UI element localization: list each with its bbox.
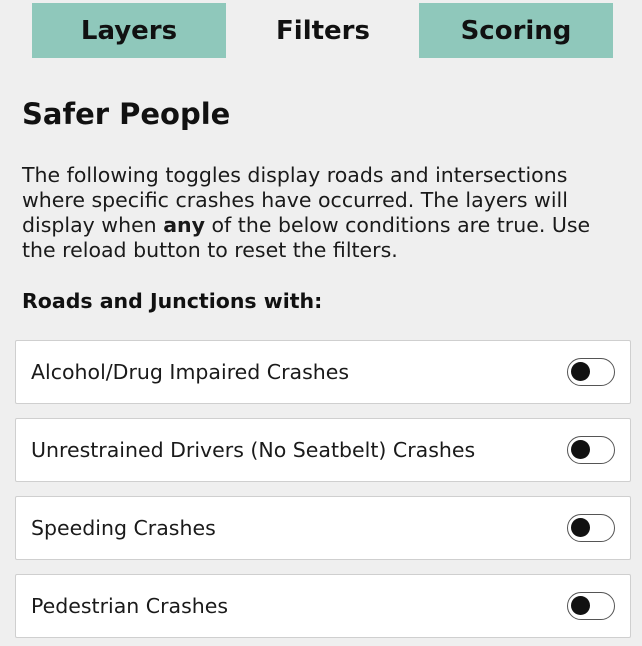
filter-toggle-switch[interactable] [567,436,615,464]
tab-filters[interactable]: Filters [226,3,420,58]
toggle-knob [571,362,590,381]
filter-row-unrestrained-drivers[interactable]: Unrestrained Drivers (No Seatbelt) Crash… [15,418,631,482]
filters-description: The following toggles display roads and … [22,163,622,263]
filter-label: Pedestrian Crashes [31,594,229,618]
filter-label: Alcohol/Drug Impaired Crashes [31,360,350,384]
filter-toggle-switch[interactable] [567,514,615,542]
filter-label: Unrestrained Drivers (No Seatbelt) Crash… [31,438,476,462]
filter-toggle-switch[interactable] [567,592,615,620]
tab-bar: Layers Filters Scoring [0,0,642,60]
tab-scoring[interactable]: Scoring [419,3,613,58]
tab-filters-label: Filters [276,15,370,46]
toggle-knob [571,596,590,615]
filters-subheading: Roads and Junctions with: [22,289,323,313]
toggle-knob [571,518,590,537]
filter-toggle-switch[interactable] [567,358,615,386]
filter-row-alcohol-drug-impaired[interactable]: Alcohol/Drug Impaired Crashes [15,340,631,404]
toggle-knob [571,440,590,459]
filter-row-speeding[interactable]: Speeding Crashes [15,496,631,560]
filter-row-pedestrian[interactable]: Pedestrian Crashes [15,574,631,638]
tab-layers[interactable]: Layers [32,3,226,58]
filter-label: Speeding Crashes [31,516,216,540]
tab-scoring-label: Scoring [460,15,572,46]
section-title: Safer People [22,97,231,131]
tab-layers-label: Layers [80,15,178,46]
description-emphasis: any [163,213,205,237]
